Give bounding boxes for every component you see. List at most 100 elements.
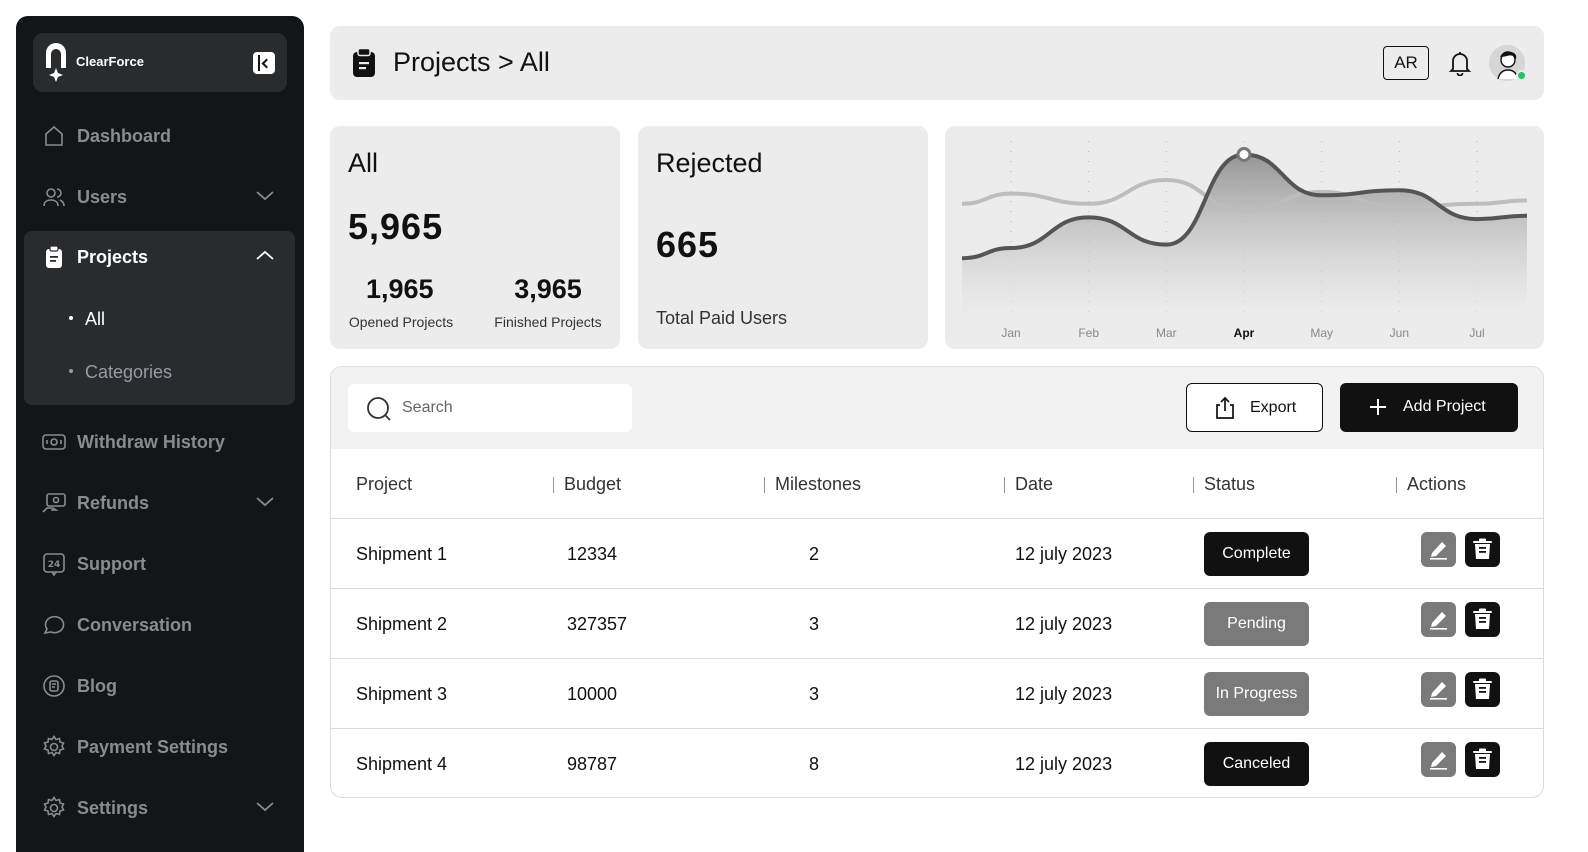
sidebar-item-blog[interactable]: Blog xyxy=(24,664,295,708)
sidebar-subitem-all[interactable]: All xyxy=(69,309,105,330)
column-header-milestones[interactable]: Milestones xyxy=(775,474,861,495)
breadcrumb: Projects > All xyxy=(393,47,550,77)
language-toggle-button[interactable]: AR xyxy=(1383,46,1429,80)
add-project-button[interactable]: Add Project xyxy=(1340,383,1518,432)
plus-icon xyxy=(1370,399,1386,415)
x-tick-label: Mar xyxy=(1156,326,1177,340)
export-label: Export xyxy=(1250,399,1297,416)
cell-date: 12 july 2023 xyxy=(1015,754,1113,774)
sidebar-item-label: Payment Settings xyxy=(77,737,229,757)
column-header-project[interactable]: Project xyxy=(356,474,412,495)
cell-project: Shipment 3 xyxy=(356,684,448,704)
search-icon xyxy=(367,397,391,421)
search-placeholder: Search xyxy=(402,399,453,416)
sidebar: ClearForce Dashboard Users Projects All … xyxy=(16,16,304,852)
row-divider xyxy=(331,518,1543,519)
chart-marker-point[interactable] xyxy=(1236,147,1252,162)
trash-icon xyxy=(1473,608,1492,629)
stats-card-chart: Jan Feb Mar Apr May Jun Jul xyxy=(945,126,1544,349)
finished-projects-label: Finished Projects xyxy=(494,314,602,330)
trash-icon xyxy=(1473,538,1492,559)
sidebar-item-label: Projects xyxy=(77,247,149,267)
pencil-edit-icon xyxy=(1430,752,1447,770)
edit-button[interactable] xyxy=(1421,532,1456,567)
sidebar-collapse-button[interactable] xyxy=(253,52,275,74)
edit-button[interactable] xyxy=(1421,602,1456,637)
home-icon xyxy=(45,125,63,146)
sidebar-item-label: Withdraw History xyxy=(77,432,225,452)
delete-button[interactable] xyxy=(1465,672,1500,707)
sidebar-item-label: Users xyxy=(77,187,128,207)
avatar[interactable] xyxy=(1489,45,1527,81)
refund-icon xyxy=(42,493,66,513)
sidebar-item-projects[interactable]: Projects xyxy=(24,235,295,279)
sidebar-item-dashboard[interactable]: Dashboard xyxy=(24,114,295,158)
cell-date: 12 july 2023 xyxy=(1015,614,1113,634)
sidebar-item-support[interactable]: 24 Support xyxy=(24,542,295,586)
export-button[interactable]: Export xyxy=(1186,383,1323,432)
projects-table-panel: Search Export Add Project Project Budget… xyxy=(330,366,1544,798)
sidebar-item-conversation[interactable]: Conversation xyxy=(24,603,295,647)
users-icon xyxy=(43,188,65,207)
status-badge: Pending xyxy=(1204,602,1309,646)
column-header-actions: Actions xyxy=(1407,474,1467,494)
clearforce-logo-icon xyxy=(46,43,66,82)
card-title: Rejected xyxy=(656,148,763,178)
sidebar-subitem-label: All xyxy=(85,309,106,329)
edit-button[interactable] xyxy=(1421,672,1456,707)
bullet-dot xyxy=(69,316,73,321)
column-divider xyxy=(553,477,554,493)
cell-project: Shipment 2 xyxy=(356,614,448,634)
bell-icon[interactable] xyxy=(1448,50,1472,76)
sidebar-item-withdraw-history[interactable]: Withdraw History xyxy=(24,420,295,464)
brand[interactable]: ClearForce xyxy=(33,33,287,92)
status-badge: In Progress xyxy=(1204,672,1309,716)
trash-icon xyxy=(1473,678,1492,699)
sidebar-item-settings[interactable]: Settings xyxy=(24,786,295,830)
sidebar-item-users[interactable]: Users xyxy=(24,175,295,219)
cell-date: 12 july 2023 xyxy=(1015,544,1113,564)
chevron-down-icon xyxy=(256,802,274,812)
stats-card-rejected: Rejected 665 Total Paid Users xyxy=(638,126,928,349)
cell-project: Shipment 1 xyxy=(356,544,448,564)
cell-budget: 12334 xyxy=(567,544,618,564)
sidebar-item-label: Settings xyxy=(77,798,149,818)
sidebar-item-payment-settings[interactable]: Payment Settings xyxy=(24,725,295,769)
x-tick-label: Feb xyxy=(1078,326,1099,340)
online-status-dot xyxy=(1516,70,1527,81)
add-project-label: Add Project xyxy=(1403,398,1486,415)
sidebar-item-label: Conversation xyxy=(77,615,193,635)
sidebar-item-label: Refunds xyxy=(77,493,149,513)
x-tick-label: Apr xyxy=(1234,326,1255,340)
sidebar-item-refunds[interactable]: Refunds xyxy=(24,481,295,525)
pencil-edit-icon xyxy=(1430,542,1447,560)
cell-budget: 98787 xyxy=(567,754,618,774)
sidebar-subitem-categories[interactable]: Categories xyxy=(69,362,172,383)
finished-projects-value: 3,965 xyxy=(514,274,582,304)
column-header-status[interactable]: Status xyxy=(1204,474,1255,495)
x-tick-label: Jun xyxy=(1390,326,1409,340)
delete-button[interactable] xyxy=(1465,742,1500,777)
search-input[interactable]: Search xyxy=(348,384,632,432)
column-header-date[interactable]: Date xyxy=(1015,474,1053,495)
delete-button[interactable] xyxy=(1465,602,1500,637)
column-divider xyxy=(764,477,765,493)
edit-button[interactable] xyxy=(1421,742,1456,777)
support-24-icon: 24 xyxy=(43,553,65,576)
pencil-edit-icon xyxy=(1430,682,1447,700)
rejected-value: 665 xyxy=(656,224,720,265)
column-divider xyxy=(1193,477,1194,493)
gear-icon xyxy=(43,735,65,757)
cell-milestones: 8 xyxy=(809,754,820,774)
money-icon xyxy=(42,434,66,450)
rejected-label: Total Paid Users xyxy=(656,308,788,328)
status-badge: Canceled xyxy=(1204,742,1309,786)
delete-button[interactable] xyxy=(1465,532,1500,567)
clipboard-icon xyxy=(46,245,62,268)
sidebar-group-projects: Projects All Categories xyxy=(24,231,295,405)
opened-projects-value: 1,965 xyxy=(366,274,434,304)
chevron-down-icon xyxy=(256,191,274,201)
cell-budget: 10000 xyxy=(567,684,618,704)
column-header-budget[interactable]: Budget xyxy=(564,474,621,495)
pencil-edit-icon xyxy=(1430,612,1447,630)
